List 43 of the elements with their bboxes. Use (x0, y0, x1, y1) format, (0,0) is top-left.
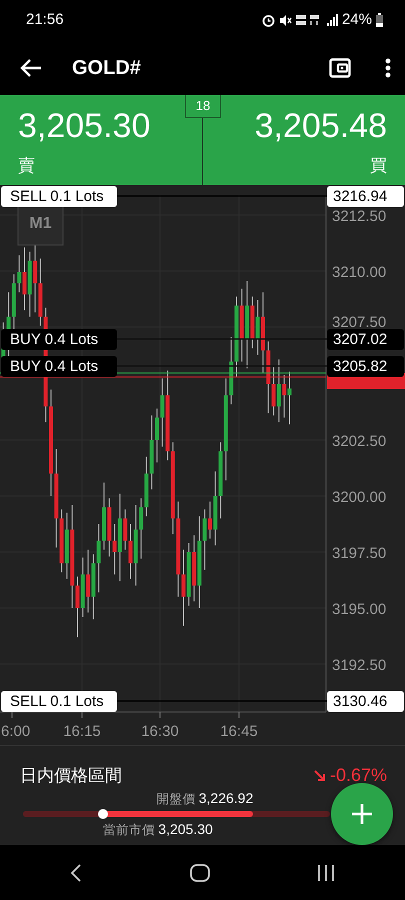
network-icon (296, 14, 322, 26)
battery-percent: 24% (342, 10, 372, 30)
price-axis-label: 3212.50 (332, 208, 386, 225)
wallet-icon[interactable] (329, 58, 351, 78)
back-nav-icon[interactable] (70, 864, 82, 882)
price-axis-label: 3192.50 (332, 657, 386, 674)
order-tag[interactable]: BUY 0.4 Lots (1, 329, 117, 350)
order-tag[interactable]: SELL 0.1 Lots (1, 186, 117, 207)
change-percent: -0.67% (330, 764, 387, 787)
time-axis-label: 16:30 (141, 723, 179, 740)
price-axis-label: 3200.00 (332, 489, 386, 506)
time-axis-label: 16:15 (63, 723, 101, 740)
symbol-title: GOLD# (72, 56, 141, 80)
buy-label: 買 (370, 155, 387, 177)
mute-icon (278, 14, 292, 26)
spread-value: 18 (185, 95, 221, 118)
price-axis-label: 3195.00 (332, 601, 386, 618)
price-axis-label: 3207.50 (332, 314, 386, 331)
open-price-label: 開盤價 3,226.92 (156, 789, 254, 808)
plus-icon (351, 803, 373, 825)
day-range-title: 日内價格區間 (20, 764, 122, 787)
price-axis-label: 3202.50 (332, 433, 386, 450)
trend-down-icon (312, 769, 326, 782)
status-time: 21:56 (26, 10, 64, 30)
order-tag[interactable]: BUY 0.4 Lots (1, 356, 117, 377)
price-axis-label: 3210.00 (332, 264, 386, 281)
order-price-tag: 3205.82 (327, 356, 404, 377)
order-tag[interactable]: SELL 0.1 Lots (1, 691, 117, 712)
time-axis-label: 16:45 (220, 723, 258, 740)
alarm-icon (262, 14, 275, 26)
back-icon[interactable] (20, 58, 42, 76)
recents-nav-icon[interactable] (317, 864, 335, 880)
order-price-tag: 3216.94 (327, 186, 404, 207)
battery-icon (376, 13, 383, 27)
more-icon[interactable] (385, 58, 391, 78)
sell-label: 賣 (18, 155, 35, 177)
home-nav-icon[interactable] (190, 864, 210, 882)
time-axis-label: 6:00 (1, 723, 30, 740)
order-price-tag: 3207.02 (327, 329, 404, 350)
price-axis-label: 3197.50 (332, 545, 386, 562)
signal-icon (326, 14, 338, 26)
order-price-tag: 3130.46 (327, 691, 404, 712)
current-price-label: 當前市價 3,205.30 (102, 820, 213, 839)
